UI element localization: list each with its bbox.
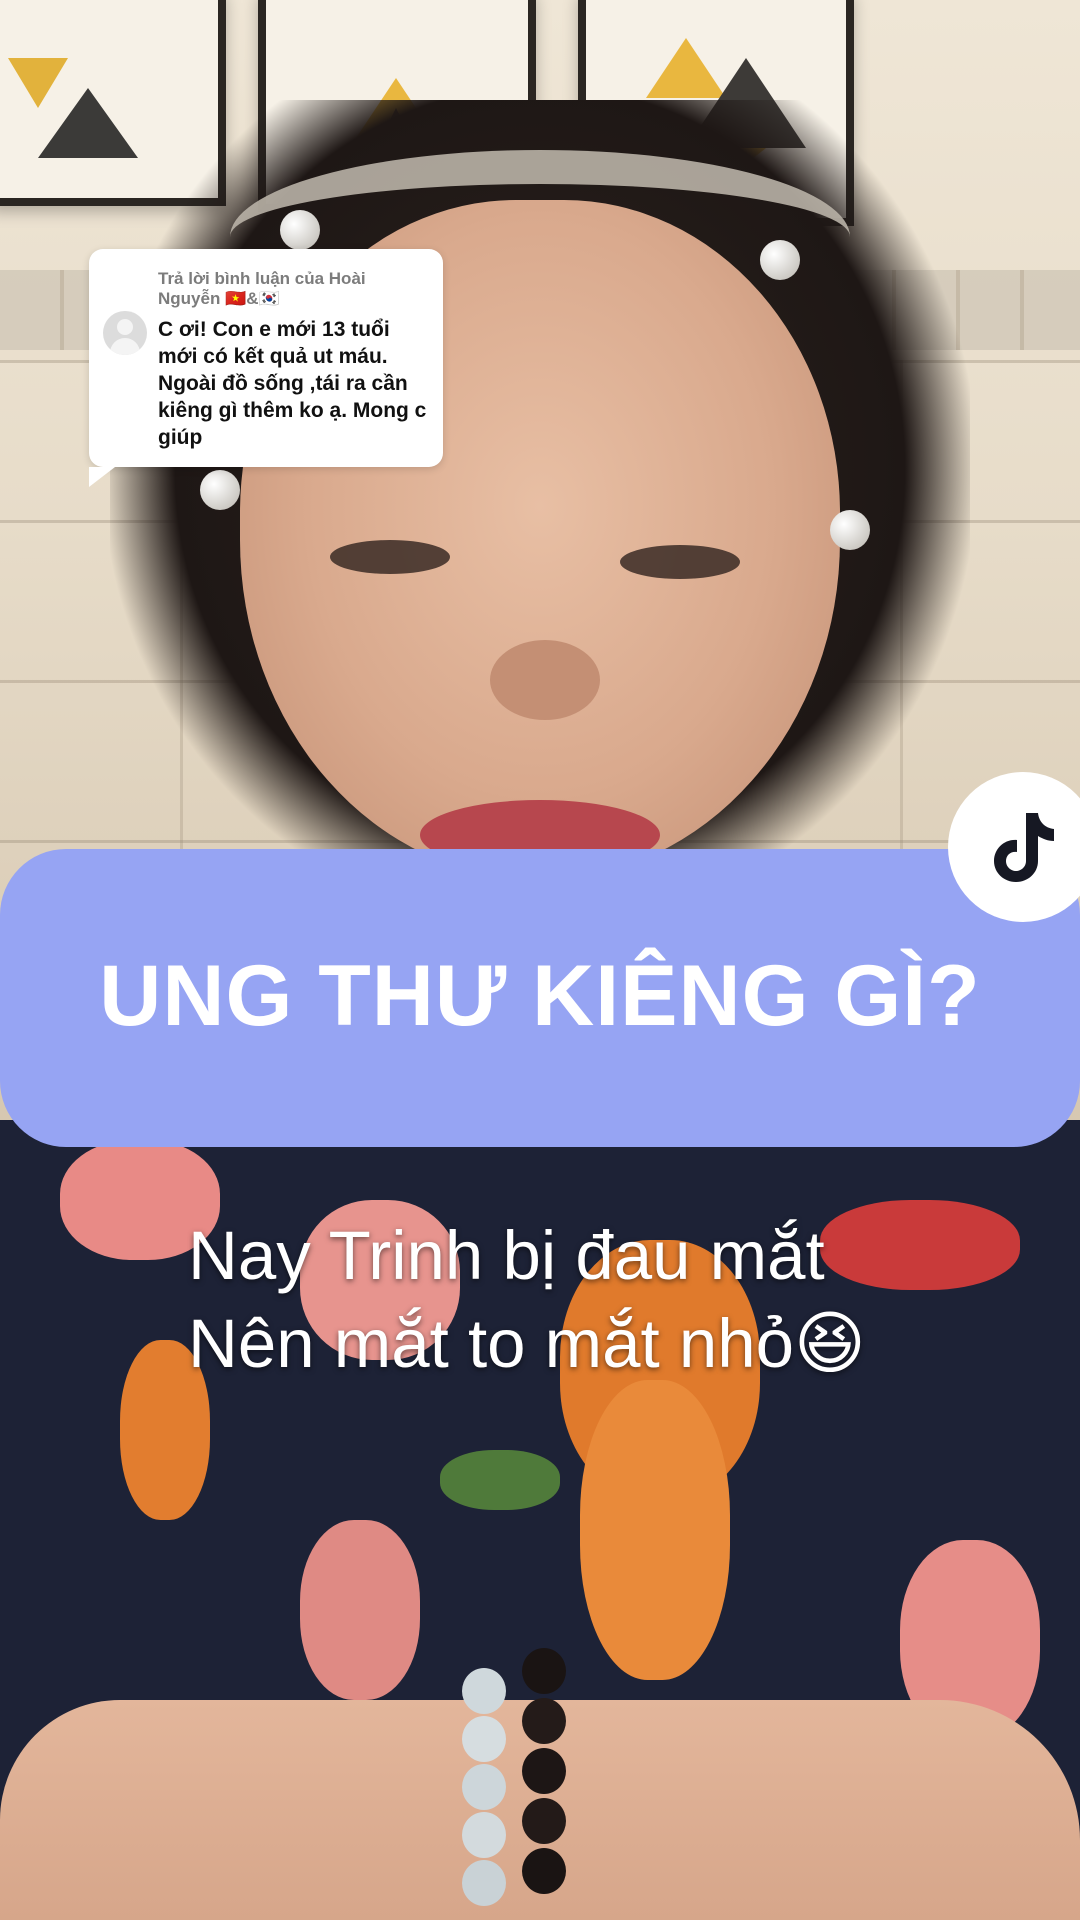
left-eye: [330, 540, 450, 574]
reply-header: Trả lời bình luận của Hoài Nguyễn 🇻🇳&🇰🇷: [158, 269, 366, 308]
shirt-pattern: [580, 1380, 730, 1680]
bracelet-bead: [522, 1748, 566, 1794]
bracelet-bead: [522, 1798, 566, 1844]
shirt-pattern: [300, 1520, 420, 1700]
title-text: UNG THƯ KIÊNG GÌ?: [99, 948, 981, 1044]
right-eye: [620, 545, 740, 579]
caption-line: Nay Trinh bị đau mắt: [188, 1217, 825, 1294]
bracelet-bead: [462, 1764, 506, 1810]
hair-pearl: [280, 210, 320, 250]
shirt-pattern: [440, 1450, 560, 1510]
bracelet-bead: [522, 1848, 566, 1894]
bracelet-bead: [462, 1860, 506, 1906]
video-caption: Nay Trinh bị đau mắt Nên mắt to mắt nhỏ😆: [188, 1212, 988, 1388]
commenter-avatar: [103, 311, 147, 355]
nose: [490, 640, 600, 720]
hair-pearl: [760, 240, 800, 280]
hair-pearl: [830, 510, 870, 550]
bracelet-bead: [522, 1648, 566, 1694]
caption-line: Nên mắt to mắt nhỏ😆: [188, 1305, 866, 1382]
comment-text: C ơi! Con e mới 13 tuổi mới có kết quả u…: [158, 318, 427, 449]
bracelet-bead: [462, 1716, 506, 1762]
tiktok-logo-icon: [994, 813, 1054, 882]
bracelet-bead: [462, 1668, 506, 1714]
hair-pearl: [200, 470, 240, 510]
bracelet-bead: [462, 1812, 506, 1858]
comment-reply-sticker[interactable]: Trả lời bình luận của Hoài Nguyễn 🇻🇳&🇰🇷 …: [89, 249, 443, 487]
bracelet-bead: [522, 1698, 566, 1744]
